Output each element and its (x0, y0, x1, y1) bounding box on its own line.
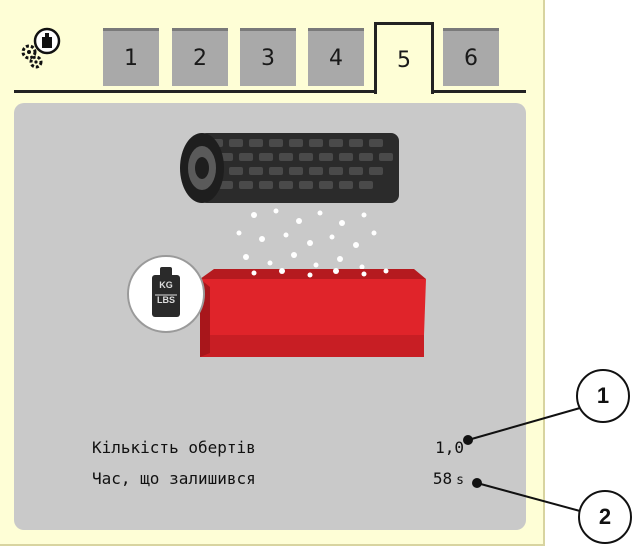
callout-1: 1 (576, 369, 630, 423)
callout-2: 2 (578, 490, 632, 544)
callout-lines (463, 407, 581, 512)
